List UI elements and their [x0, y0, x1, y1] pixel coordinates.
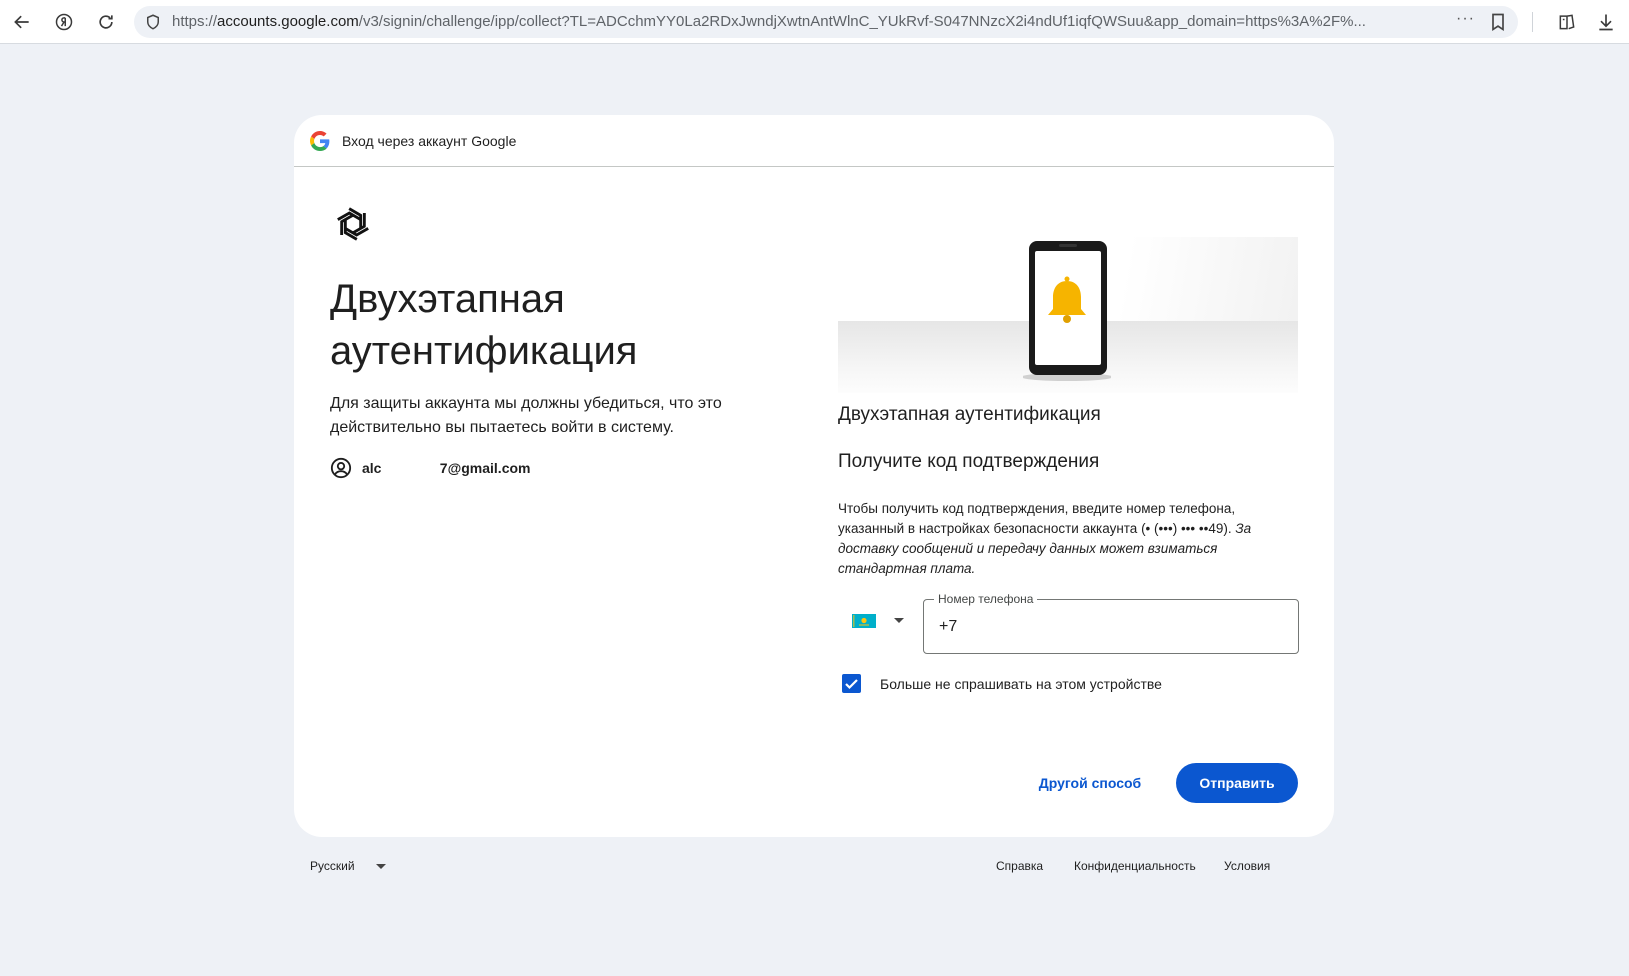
url-host: accounts.google.com: [217, 13, 359, 30]
url-scheme: https://: [172, 13, 218, 30]
footer-link-privacy[interactable]: Конфиденциальность: [1074, 858, 1196, 874]
page-subtitle: Для защиты аккаунта мы должны убедиться,…: [330, 395, 722, 436]
phone-number-input[interactable]: +7: [939, 616, 957, 638]
phone-number-field[interactable]: Номер телефона +7: [923, 591, 1299, 654]
arrow-left-icon: [14, 15, 29, 29]
bookmark-icon[interactable]: [1488, 12, 1508, 32]
checkmark-icon: [845, 679, 858, 690]
openai-logo-icon: [337, 207, 369, 241]
challenge-title: Двухэтапная аутентификация: [838, 404, 1101, 425]
more-icon[interactable]: ···: [1456, 11, 1476, 32]
signin-card: Вход через аккаунт Google Двухэтапная ау…: [294, 115, 1334, 837]
phone-number-label: Номер телефона: [934, 591, 1038, 607]
reload-button[interactable]: [90, 6, 122, 38]
remember-device-label: Больше не спрашивать на этом устройстве: [880, 676, 1162, 692]
kazakhstan-flag-icon: [852, 614, 876, 628]
phone-bell-icon: [1023, 241, 1111, 381]
chevron-down-icon: [894, 618, 904, 623]
footer-link-help[interactable]: Справка: [996, 858, 1043, 874]
challenge-info-text: Чтобы получить код подтверждения, введит…: [838, 501, 1236, 536]
toolbar-divider: [1532, 12, 1533, 32]
yandex-button[interactable]: [48, 6, 80, 38]
address-bar[interactable]: https://accounts.google.com/v3/signin/ch…: [134, 6, 1518, 38]
phone-illustration: [838, 237, 1298, 393]
send-button[interactable]: Отправить: [1176, 763, 1298, 803]
url-text: https://accounts.google.com/v3/signin/ch…: [172, 13, 1392, 31]
reload-icon: [99, 15, 113, 29]
collections-icon: [1559, 14, 1575, 30]
remember-device-checkbox[interactable]: [842, 674, 861, 693]
shield-icon: [147, 14, 159, 30]
account-circle-icon: [330, 457, 352, 479]
browser-toolbar: https://accounts.google.com/v3/signin/ch…: [0, 0, 1629, 44]
downloads-button[interactable]: [1590, 6, 1622, 38]
account-email: alc 7@gmail.com: [362, 460, 531, 476]
chevron-down-icon: [376, 864, 386, 869]
page-footer: Русский Справка Конфиденциальность Услов…: [294, 852, 1334, 882]
google-logo-icon: [310, 131, 330, 151]
card-header-text: Вход через аккаунт Google: [342, 133, 517, 149]
try-another-way-button[interactable]: Другой способ: [1030, 763, 1150, 803]
download-icon: [1599, 14, 1613, 31]
footer-link-terms[interactable]: Условия: [1224, 858, 1270, 874]
collections-button[interactable]: [1551, 6, 1583, 38]
url-path: /v3/signin/challenge/ipp/collect?TL=ADCc…: [358, 13, 1366, 30]
page-title: Двухэтапная аутентификация: [330, 277, 638, 373]
card-header: Вход через аккаунт Google: [294, 115, 1334, 167]
challenge-subtitle: Получите код подтверждения: [838, 451, 1100, 472]
back-button[interactable]: [6, 6, 38, 38]
yandex-icon: [55, 13, 73, 31]
country-select[interactable]: [842, 599, 912, 641]
language-select[interactable]: Русский: [310, 858, 355, 874]
challenge-info: Чтобы получить код подтверждения, введит…: [838, 499, 1288, 579]
